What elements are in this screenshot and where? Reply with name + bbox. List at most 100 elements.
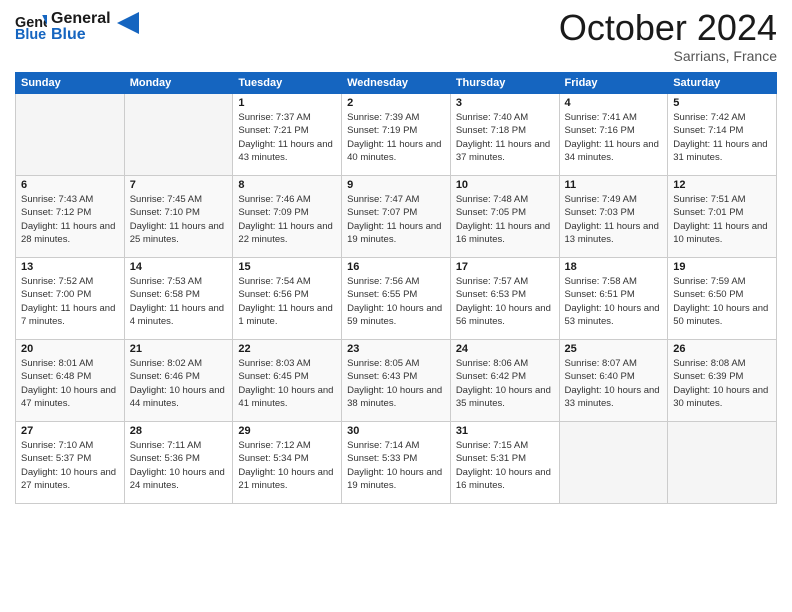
table-cell [16, 94, 125, 176]
table-cell [668, 422, 777, 504]
daylight-text: Daylight: 11 hours and 19 minutes. [347, 220, 445, 247]
svg-text:Blue: Blue [15, 27, 46, 43]
day-number: 13 [21, 261, 119, 273]
day-number: 12 [673, 179, 771, 191]
table-cell: 20Sunrise: 8:01 AMSunset: 6:48 PMDayligh… [16, 340, 125, 422]
table-cell: 25 Sunrise: 8:07 AMSunset: 6:40 PMDayligh… [559, 340, 668, 422]
table-cell: 31Sunrise: 7:15 AMSunset: 5:31 PMDayligh… [450, 422, 559, 504]
table-cell: 2Sunrise: 7:39 AMSunset: 7:19 PMDaylight… [342, 94, 451, 176]
table-cell: 12Sunrise: 7:51 AMSunset: 7:01 PMDayligh… [668, 176, 777, 258]
sunrise-text: Sunrise: 7:37 AM [238, 111, 336, 124]
daylight-text: Daylight: 11 hours and 28 minutes. [21, 220, 119, 247]
sunset-text: Sunset: 7:05 PM [456, 206, 554, 219]
sunset-text: Sunset: 7:12 PM [21, 206, 119, 219]
day-number: 9 [347, 179, 445, 191]
sunrise-text: Sunrise: 7:59 AM [673, 275, 771, 288]
daylight-text: Daylight: 11 hours and 31 minutes. [673, 138, 771, 165]
title-block: October 2024 Sarrians, France [559, 10, 777, 64]
sunrise-text: Sunrise: 7:46 AM [238, 193, 336, 206]
col-tuesday: Tuesday [233, 73, 342, 94]
calendar-week-row: 6Sunrise: 7:43 AMSunset: 7:12 PMDaylight… [16, 176, 777, 258]
daylight-text: Daylight: 10 hours and 33 minutes. [565, 384, 663, 411]
sunset-text: Sunset: 6:48 PM [21, 370, 119, 383]
sunset-text: Sunset: 6:53 PM [456, 288, 554, 301]
day-number: 17 [456, 261, 554, 273]
sunset-text: Sunset: 6:56 PM [238, 288, 336, 301]
table-cell: 15Sunrise: 7:54 AMSunset: 6:56 PMDayligh… [233, 258, 342, 340]
daylight-text: Daylight: 11 hours and 22 minutes. [238, 220, 336, 247]
daylight-text: Daylight: 10 hours and 59 minutes. [347, 302, 445, 329]
sunrise-text: Sunrise: 7:56 AM [347, 275, 445, 288]
col-friday: Friday [559, 73, 668, 94]
daylight-text: Daylight: 10 hours and 19 minutes. [347, 466, 445, 493]
table-cell: 7Sunrise: 7:45 AMSunset: 7:10 PMDaylight… [124, 176, 233, 258]
table-cell: 14Sunrise: 7:53 AMSunset: 6:58 PMDayligh… [124, 258, 233, 340]
daylight-text: Daylight: 10 hours and 50 minutes. [673, 302, 771, 329]
sunrise-text: Sunrise: 7:58 AM [565, 275, 663, 288]
day-number: 11 [565, 179, 663, 191]
table-cell: 30Sunrise: 7:14 AMSunset: 5:33 PMDayligh… [342, 422, 451, 504]
day-number: 24 [456, 343, 554, 355]
sunset-text: Sunset: 6:42 PM [456, 370, 554, 383]
col-monday: Monday [124, 73, 233, 94]
daylight-text: Daylight: 11 hours and 10 minutes. [673, 220, 771, 247]
sunset-text: Sunset: 6:40 PM [565, 370, 663, 383]
sunrise-text: Sunrise: 7:45 AM [130, 193, 228, 206]
table-cell: 8 Sunrise: 7:46 AMSunset: 7:09 PMDaylight… [233, 176, 342, 258]
day-number: 31 [456, 425, 554, 437]
day-number: 19 [673, 261, 771, 273]
sunset-text: Sunset: 6:45 PM [238, 370, 336, 383]
sunrise-text: Sunrise: 7:43 AM [21, 193, 119, 206]
col-saturday: Saturday [668, 73, 777, 94]
logo: General Blue General Blue [15, 10, 139, 45]
day-number: 15 [238, 261, 336, 273]
calendar-week-row: 27Sunrise: 7:10 AMSunset: 5:37 PMDayligh… [16, 422, 777, 504]
daylight-text: Daylight: 10 hours and 56 minutes. [456, 302, 554, 329]
sunrise-text: Sunrise: 7:49 AM [565, 193, 663, 206]
sunset-text: Sunset: 6:43 PM [347, 370, 445, 383]
table-cell: 21Sunrise: 8:02 AMSunset: 6:46 PMDayligh… [124, 340, 233, 422]
sunrise-text: Sunrise: 7:47 AM [347, 193, 445, 206]
daylight-text: Daylight: 11 hours and 25 minutes. [130, 220, 228, 247]
day-number: 29 [238, 425, 336, 437]
day-number: 20 [21, 343, 119, 355]
col-sunday: Sunday [16, 73, 125, 94]
sunset-text: Sunset: 5:34 PM [238, 452, 336, 465]
day-number: 27 [21, 425, 119, 437]
daylight-text: Daylight: 11 hours and 37 minutes. [456, 138, 554, 165]
day-number: 14 [130, 261, 228, 273]
sunset-text: Sunset: 6:55 PM [347, 288, 445, 301]
table-cell: 22Sunrise: 8:03 AMSunset: 6:45 PMDayligh… [233, 340, 342, 422]
sunset-text: Sunset: 6:51 PM [565, 288, 663, 301]
daylight-text: Daylight: 11 hours and 1 minute. [238, 302, 336, 329]
table-cell: 24Sunrise: 8:06 AMSunset: 6:42 PMDayligh… [450, 340, 559, 422]
day-number: 25 [565, 343, 663, 355]
sunset-text: Sunset: 5:37 PM [21, 452, 119, 465]
sunrise-text: Sunrise: 7:41 AM [565, 111, 663, 124]
sunset-text: Sunset: 7:19 PM [347, 124, 445, 137]
table-cell: 18Sunrise: 7:58 AMSunset: 6:51 PMDayligh… [559, 258, 668, 340]
sunset-text: Sunset: 7:09 PM [238, 206, 336, 219]
sunrise-text: Sunrise: 7:39 AM [347, 111, 445, 124]
day-number: 22 [238, 343, 336, 355]
calendar-week-row: 20Sunrise: 8:01 AMSunset: 6:48 PMDayligh… [16, 340, 777, 422]
table-cell: 13Sunrise: 7:52 AMSunset: 7:00 PMDayligh… [16, 258, 125, 340]
day-number: 8 [238, 179, 336, 191]
day-number: 5 [673, 97, 771, 109]
daylight-text: Daylight: 11 hours and 16 minutes. [456, 220, 554, 247]
sunset-text: Sunset: 6:50 PM [673, 288, 771, 301]
day-number: 7 [130, 179, 228, 191]
table-cell: 9Sunrise: 7:47 AMSunset: 7:07 PMDaylight… [342, 176, 451, 258]
table-cell: 27Sunrise: 7:10 AMSunset: 5:37 PMDayligh… [16, 422, 125, 504]
day-number: 6 [21, 179, 119, 191]
calendar-table: Sunday Monday Tuesday Wednesday Thursday… [15, 72, 777, 504]
calendar-week-row: 13Sunrise: 7:52 AMSunset: 7:00 PMDayligh… [16, 258, 777, 340]
sunrise-text: Sunrise: 7:11 AM [130, 439, 228, 452]
sunrise-text: Sunrise: 8:07 AM [565, 357, 663, 370]
sunset-text: Sunset: 7:03 PM [565, 206, 663, 219]
sunrise-text: Sunrise: 7:14 AM [347, 439, 445, 452]
table-cell: 17Sunrise: 7:57 AMSunset: 6:53 PMDayligh… [450, 258, 559, 340]
day-number: 16 [347, 261, 445, 273]
daylight-text: Daylight: 10 hours and 16 minutes. [456, 466, 554, 493]
table-cell: 29Sunrise: 7:12 AMSunset: 5:34 PMDayligh… [233, 422, 342, 504]
